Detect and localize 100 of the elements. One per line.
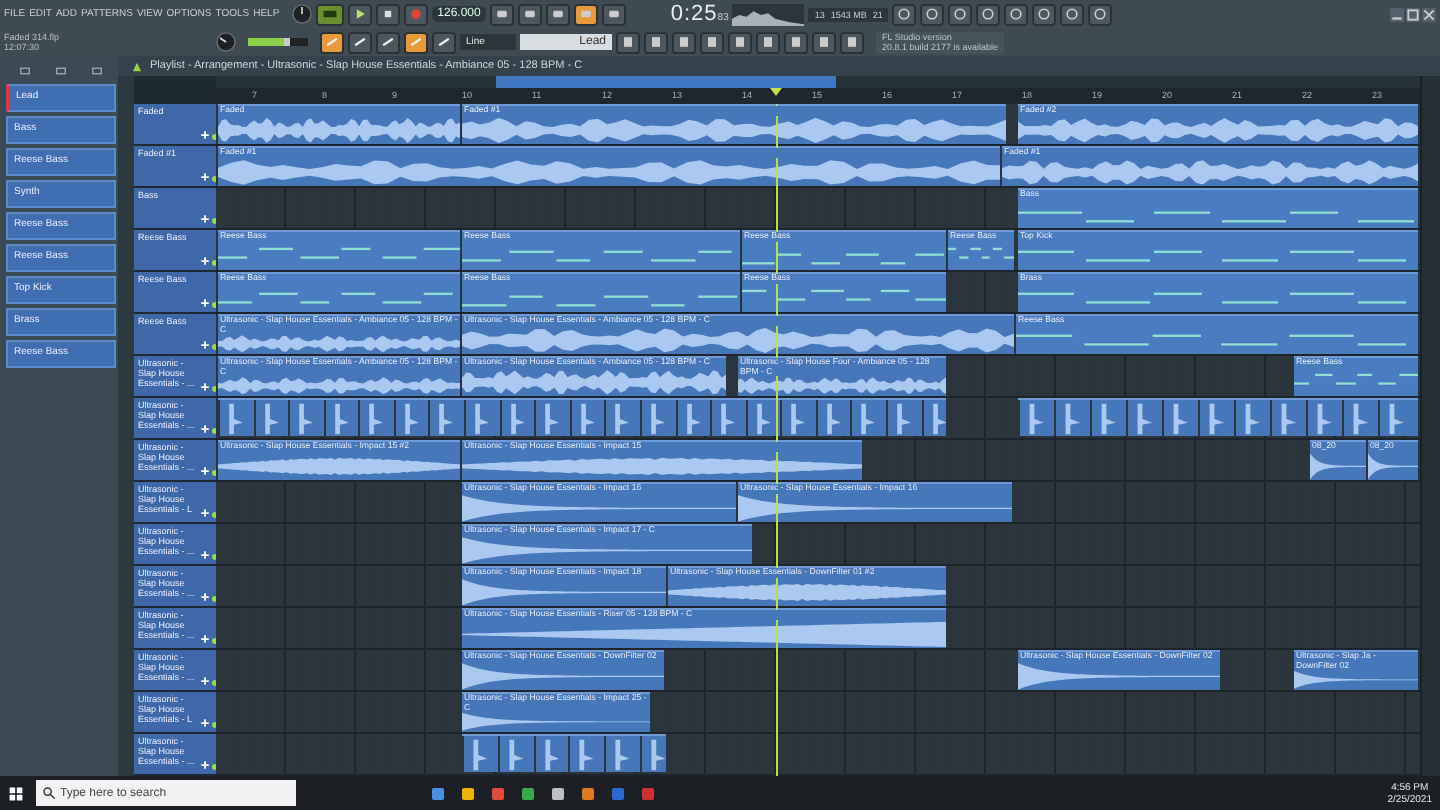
- toolbar-button[interactable]: [546, 3, 571, 25]
- shortcut-button[interactable]: [892, 3, 917, 25]
- kick-waveform: [1234, 400, 1260, 436]
- kick-waveform: [393, 400, 419, 436]
- kick-waveform: [780, 400, 806, 436]
- record-icon: [407, 6, 424, 22]
- mode-icon: [321, 6, 338, 22]
- kick-waveform: [1306, 400, 1332, 436]
- kick-waveform: [675, 400, 701, 436]
- plus-icon: [200, 592, 210, 602]
- song-mode-button[interactable]: [315, 3, 344, 25]
- plus-icon: [200, 130, 210, 140]
- minimize-button[interactable]: [1390, 7, 1404, 21]
- shortcut-button[interactable]: [1032, 3, 1057, 25]
- kick-waveform: [604, 400, 630, 436]
- window-button[interactable]: [756, 31, 780, 53]
- circle-icon: [980, 6, 997, 22]
- shortcut-button[interactable]: [1088, 3, 1113, 25]
- kick-waveform: [499, 400, 525, 436]
- kick-waveform: [428, 400, 455, 436]
- toolbar-button[interactable]: [518, 3, 543, 25]
- output-monitor-drawing: [732, 3, 805, 25]
- window-button[interactable]: [840, 31, 864, 53]
- kick-waveform: [534, 400, 560, 436]
- kick-waveform: [1342, 400, 1368, 436]
- waveform: [1368, 451, 1418, 480]
- kick-waveform: [745, 400, 771, 436]
- rack-tool-icon[interactable]: [53, 63, 68, 77]
- window-button[interactable]: [672, 31, 696, 53]
- toolbar-button[interactable]: [490, 3, 515, 25]
- window-button[interactable]: [728, 31, 752, 53]
- kick-waveform: [1378, 400, 1404, 436]
- plus-icon: [200, 634, 210, 644]
- toolbar-button[interactable]: [348, 31, 372, 53]
- circle-icon: [1008, 6, 1025, 22]
- master-volume-slider[interactable]: [248, 38, 308, 46]
- waveform: [1310, 451, 1366, 480]
- audio-clip[interactable]: [1018, 398, 1418, 436]
- plus-icon: [200, 172, 210, 182]
- circle-icon: [924, 6, 941, 22]
- plus-icon: [200, 550, 210, 560]
- shortcut-button[interactable]: [1004, 3, 1029, 25]
- play-icon: [351, 6, 368, 22]
- kick-waveform: [1270, 400, 1296, 436]
- toolbar-button[interactable]: [602, 3, 627, 25]
- kick-waveform: [358, 400, 384, 436]
- kick-waveform: [1162, 400, 1188, 436]
- plus-icon: [200, 466, 210, 476]
- plus-icon: [200, 256, 210, 266]
- maximize-button[interactable]: [1406, 7, 1420, 21]
- plus-icon: [200, 676, 210, 686]
- knob-icon[interactable]: [291, 4, 312, 24]
- toolbar-button[interactable]: [432, 31, 456, 53]
- plus-icon: [200, 424, 210, 434]
- audio-clip[interactable]: [462, 734, 666, 772]
- plus-icon: [200, 508, 210, 518]
- plus-icon: [200, 382, 210, 392]
- window-button[interactable]: [700, 31, 724, 53]
- shortcut-button[interactable]: [1060, 3, 1085, 25]
- kick-waveform: [710, 400, 736, 436]
- knob-icon[interactable]: [216, 32, 236, 52]
- audio-clip[interactable]: [218, 398, 946, 436]
- play-button[interactable]: [347, 3, 372, 25]
- rack-tool-icon[interactable]: [17, 63, 32, 77]
- window-button[interactable]: [644, 31, 668, 53]
- plus-icon: [200, 298, 210, 308]
- kick-waveform: [323, 400, 349, 436]
- window-button[interactable]: [616, 31, 640, 53]
- toolbar-button[interactable]: [320, 31, 344, 53]
- stop-button[interactable]: [375, 3, 400, 25]
- kick-waveform: [569, 400, 595, 436]
- waveform: [1294, 670, 1418, 690]
- kick-waveform: [1090, 400, 1116, 436]
- shortcut-button[interactable]: [976, 3, 1001, 25]
- window-button[interactable]: [812, 31, 836, 53]
- circle-icon: [896, 6, 913, 22]
- circle-icon: [1092, 6, 1109, 22]
- toolbar-button[interactable]: [404, 31, 428, 53]
- kick-waveform: [1126, 400, 1152, 436]
- circle-icon: [1064, 6, 1081, 22]
- close-button[interactable]: [1422, 7, 1436, 21]
- kick-waveform: [1198, 400, 1224, 436]
- shortcut-button[interactable]: [948, 3, 973, 25]
- toolbar-button[interactable]: [574, 3, 599, 25]
- plus-icon: [200, 214, 210, 224]
- kick-waveform: [921, 400, 946, 436]
- rack-tool-icon[interactable]: [90, 63, 105, 77]
- windows-logo-icon[interactable]: [8, 785, 24, 801]
- kick-waveform: [464, 400, 490, 436]
- kick-waveform: [288, 400, 314, 436]
- kick-waveform: [850, 400, 876, 436]
- shortcut-button[interactable]: [920, 3, 945, 25]
- stop-icon: [379, 6, 396, 22]
- kick-waveform: [815, 400, 841, 436]
- plus-icon: [200, 340, 210, 350]
- kick-waveform: [253, 400, 279, 436]
- toolbar-button[interactable]: [376, 31, 400, 53]
- window-button[interactable]: [784, 31, 808, 53]
- circle-icon: [1036, 6, 1053, 22]
- circle-icon: [952, 6, 969, 22]
